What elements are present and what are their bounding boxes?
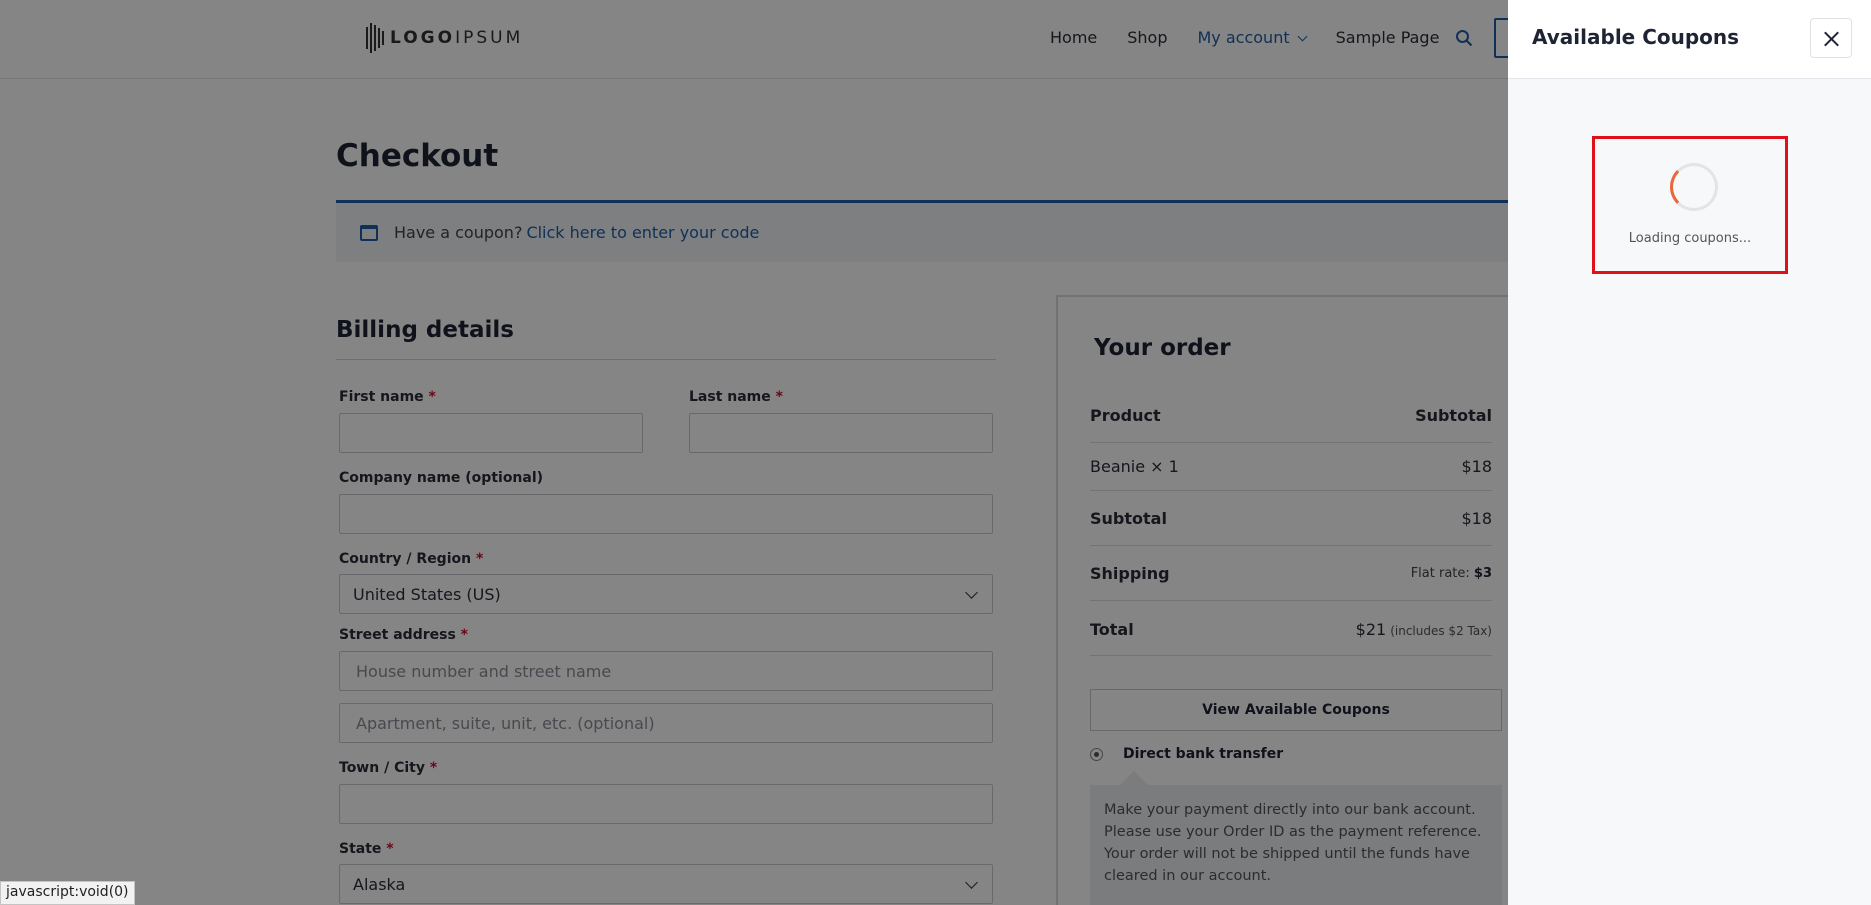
loading-indicator: Loading coupons... bbox=[1592, 136, 1788, 274]
coupons-drawer: Available Coupons Loading coupons... bbox=[1508, 0, 1871, 905]
loading-text: Loading coupons... bbox=[1628, 231, 1752, 246]
drawer-header: Available Coupons bbox=[1508, 0, 1871, 79]
spinner-icon bbox=[1670, 163, 1718, 211]
drawer-title: Available Coupons bbox=[1532, 25, 1740, 49]
close-icon[interactable] bbox=[1810, 18, 1852, 58]
status-bar-url: javascript:void(0) bbox=[0, 881, 135, 905]
